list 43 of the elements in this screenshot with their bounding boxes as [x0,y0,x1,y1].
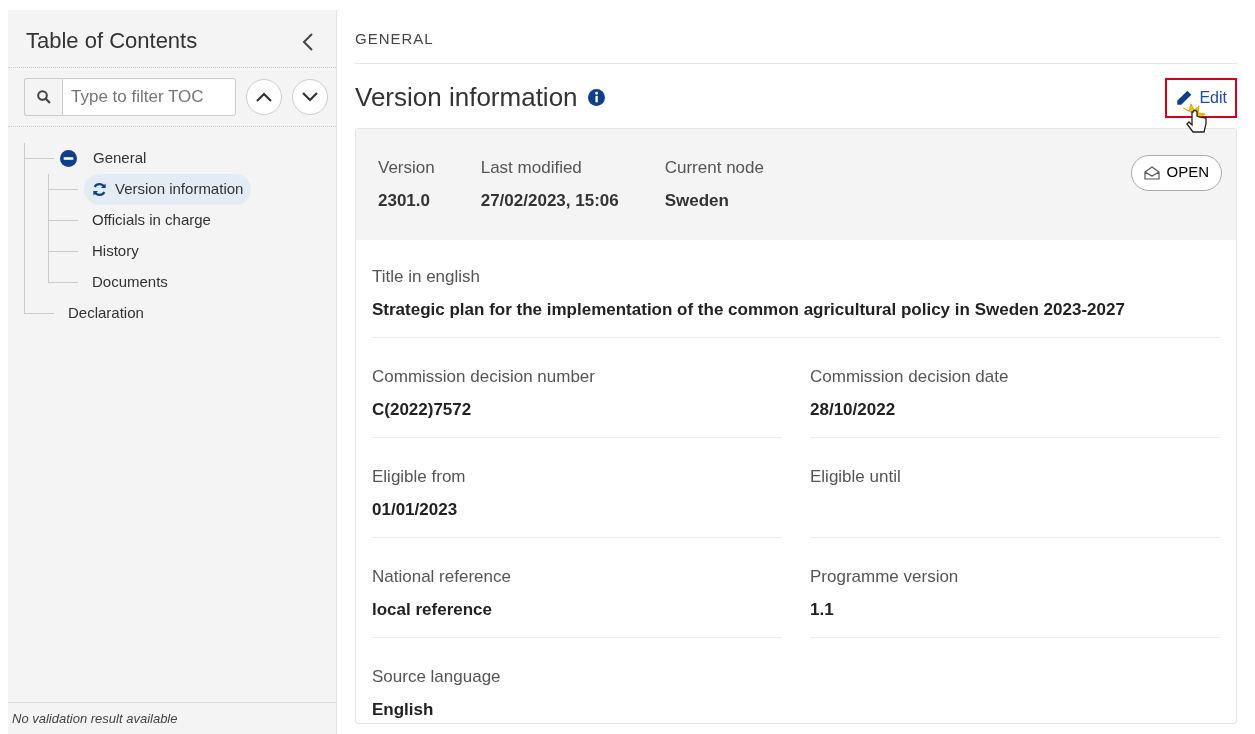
info-icon [587,89,605,106]
status-button[interactable]: OPEN [1131,154,1222,191]
chevron-up-icon [256,92,272,102]
toc-item[interactable]: Officials in charge [84,205,219,236]
sidebar-title: Table of Contents [26,27,198,55]
field-label: Commission decision number [372,365,596,388]
summary-label: Current node [664,156,764,179]
field-value: Strategic plan for the implementation of the common agricultural policy in Sweden 2023-2027 [372,299,1126,321]
field-value: 28/10/2022 [810,399,897,421]
summary-label: Last modified [480,156,583,179]
next-button[interactable] [292,79,328,115]
filter-field[interactable]: Type to filter TOC [62,78,236,116]
toc-item[interactable]: History [84,236,147,267]
field-value: local reference [372,599,493,621]
chevron-down-icon [302,92,318,102]
validation-status-text: No validation result available [8,701,336,734]
field-label: Commission decision date [810,365,1010,388]
field-value: C(2022)7572 [372,399,473,421]
summary-value: 27/02/2023, 15:06 [480,190,619,212]
toc-item[interactable]: Version information [84,174,252,205]
previous-button[interactable] [246,79,282,115]
field-value: English [372,699,435,721]
field-label: National reference [372,565,512,588]
pencil-icon [1175,88,1194,107]
summary-value: 2301.0 [378,190,431,212]
field-label: Title in english [372,265,482,288]
field-label: Eligible from [372,465,467,488]
toc-item[interactable]: Documents [84,267,176,298]
collapse-icon[interactable] [60,150,77,167]
field-label: Eligible until [810,465,902,488]
toc-item[interactable]: Declaration [60,298,152,329]
toc-item[interactable]: General [85,143,155,174]
edit-button[interactable]: Edit [1167,79,1235,116]
summary-value: Sweden [664,190,730,212]
field-label: Programme version [810,565,960,588]
field-value: 1.1 [810,599,835,621]
summary-label: Version [378,156,435,179]
field-value: 01/01/2023 [372,499,459,521]
search-icon [36,90,51,104]
envelope-icon [1144,165,1161,180]
field-label: Source language [372,665,502,688]
section-label: GENERAL [355,10,1237,64]
page-heading: Version information [355,81,578,114]
